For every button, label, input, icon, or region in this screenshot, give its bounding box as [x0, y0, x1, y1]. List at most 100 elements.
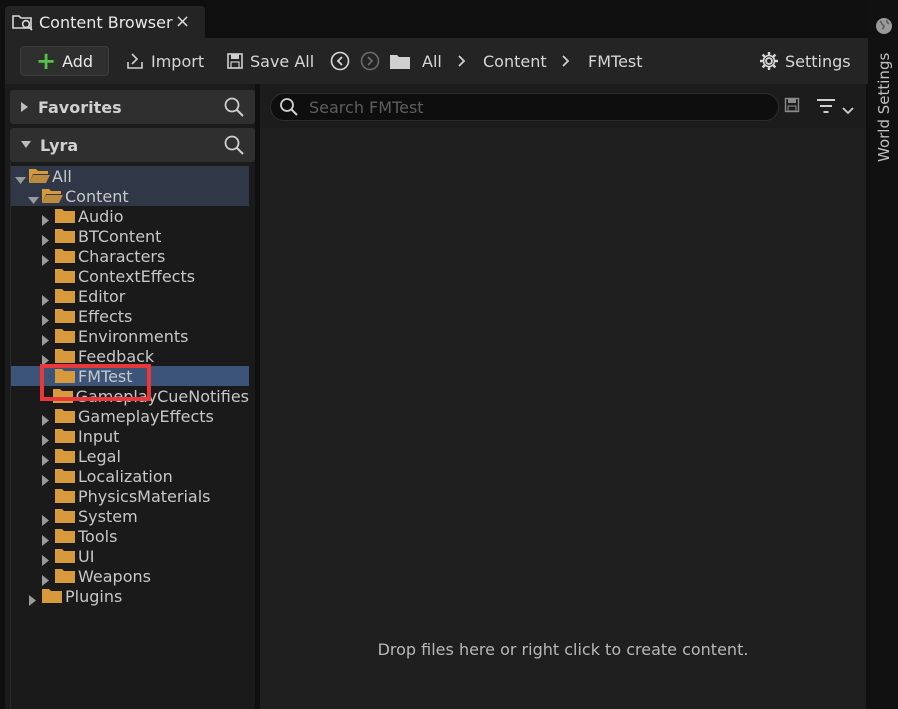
tree-item-label: UI: [78, 546, 95, 566]
lyra-header[interactable]: Lyra: [10, 128, 255, 162]
tree-item-environments[interactable]: Environments: [11, 326, 249, 346]
tree-item-weapons[interactable]: Weapons: [11, 566, 249, 586]
tree-item-label: Editor: [78, 286, 126, 306]
plus-icon: +: [35, 47, 57, 75]
import-label: Import: [151, 51, 205, 71]
tree-item-label: Tools: [78, 526, 118, 546]
search-bar[interactable]: [270, 93, 779, 121]
tree-item-label: Localization: [78, 466, 173, 486]
expand-arrow-icon[interactable]: [41, 511, 51, 526]
tree-item-feedback[interactable]: Feedback: [11, 346, 249, 366]
expand-arrow-icon[interactable]: [41, 571, 51, 586]
tree-item-plugins[interactable]: Plugins: [11, 586, 249, 606]
expand-arrow-icon[interactable]: [41, 251, 51, 266]
tree-item-editor[interactable]: Editor: [11, 286, 249, 306]
tree-item-label: Environments: [78, 326, 189, 346]
folder-icon: [54, 528, 76, 544]
breadcrumb-content[interactable]: Content: [483, 49, 547, 73]
filter-icon[interactable]: [816, 98, 836, 118]
tree-item-physicsmaterials[interactable]: PhysicsMaterials: [11, 486, 249, 506]
save-all-button[interactable]: Save All: [226, 49, 314, 73]
folder-icon: [54, 288, 76, 304]
tree-item-gameplayeffects[interactable]: GameplayEffects: [11, 406, 249, 426]
expand-arrow-icon[interactable]: [41, 451, 51, 466]
tree-item-label: All: [52, 166, 72, 186]
favorites-label: Favorites: [38, 97, 122, 117]
tab-content-browser[interactable]: Content Browser ×: [5, 6, 205, 38]
world-settings-tab[interactable]: World Settings: [874, 52, 894, 162]
expand-arrow-icon[interactable]: [41, 291, 51, 306]
tree-item-input[interactable]: Input: [11, 426, 249, 446]
expand-arrow-icon[interactable]: [41, 411, 51, 426]
folder-icon: [54, 208, 76, 224]
expand-arrow-icon[interactable]: [41, 211, 51, 226]
folder-icon: [54, 308, 76, 324]
tree-item-tools[interactable]: Tools: [11, 526, 249, 546]
folder-tree: All Content Audio BTContent Characters Contex…: [10, 162, 255, 709]
side-panel: World Settings: [868, 0, 898, 709]
chevron-right-icon[interactable]: [457, 49, 473, 73]
save-all-label: Save All: [250, 51, 315, 71]
collapse-arrow-icon[interactable]: [20, 140, 32, 150]
expand-arrow-icon[interactable]: [41, 351, 51, 366]
content-browser-icon: [11, 12, 35, 32]
folder-icon[interactable]: [389, 49, 417, 73]
forward-arrow-icon[interactable]: [359, 49, 387, 73]
tree-item-legal[interactable]: Legal: [11, 446, 249, 466]
tree-item-audio[interactable]: Audio: [11, 206, 249, 226]
folder-icon: [54, 568, 76, 584]
tree-item-ui[interactable]: UI: [11, 546, 249, 566]
collapse-arrow-icon[interactable]: [28, 191, 39, 204]
expand-arrow-icon[interactable]: [41, 531, 51, 546]
import-button[interactable]: Import: [125, 49, 204, 73]
save-all-icon: [227, 53, 243, 69]
expand-arrow-icon[interactable]: [41, 431, 51, 446]
expand-arrow-icon[interactable]: [41, 551, 51, 566]
globe-icon[interactable]: [875, 17, 893, 39]
folder-open-icon: [28, 168, 50, 184]
chevron-right-icon[interactable]: [561, 49, 577, 73]
tree-item-label: PhysicsMaterials: [78, 486, 211, 506]
breadcrumb-all[interactable]: All: [422, 49, 442, 73]
tree-item-contexteffects[interactable]: ContextEffects: [11, 266, 249, 286]
save-search-icon[interactable]: [784, 97, 800, 117]
tree-item-characters[interactable]: Characters: [11, 246, 249, 266]
folder-icon: [54, 488, 76, 504]
expand-arrow-icon[interactable]: [41, 331, 51, 346]
tree-item-all[interactable]: All: [11, 166, 249, 186]
add-button[interactable]: + Add: [20, 46, 109, 76]
tree-item-localization[interactable]: Localization: [11, 466, 249, 486]
folder-icon: [54, 268, 76, 284]
settings-button[interactable]: Settings: [759, 49, 851, 73]
tree-item-content[interactable]: Content: [11, 186, 249, 206]
breadcrumb-fmtest[interactable]: FMTest: [588, 49, 643, 73]
collapse-arrow-icon[interactable]: [15, 171, 26, 184]
back-arrow-icon[interactable]: [329, 49, 357, 73]
expand-arrow-icon[interactable]: [41, 471, 51, 486]
folder-icon: [54, 248, 76, 264]
folder-icon: [54, 548, 76, 564]
add-label: Add: [62, 51, 94, 71]
expand-arrow-icon[interactable]: [20, 101, 30, 113]
tree-item-system[interactable]: System: [11, 506, 249, 526]
tree-item-label: Feedback: [78, 346, 155, 366]
expand-arrow-icon[interactable]: [28, 591, 38, 606]
tree-item-label: Input: [78, 426, 120, 446]
asset-view[interactable]: Drop files here or right click to create…: [260, 84, 866, 709]
highlight-box: [40, 364, 151, 401]
folder-icon: [54, 448, 76, 464]
close-icon[interactable]: ×: [175, 9, 190, 35]
tree-item-btcontent[interactable]: BTContent: [11, 226, 249, 246]
expand-arrow-icon[interactable]: [41, 311, 51, 326]
search-input[interactable]: [307, 96, 747, 118]
settings-label: Settings: [785, 51, 851, 71]
expand-arrow-icon[interactable]: [41, 231, 51, 246]
chevron-down-icon[interactable]: [842, 101, 854, 120]
search-icon[interactable]: [223, 134, 245, 156]
search-icon[interactable]: [223, 96, 245, 118]
tree-item-effects[interactable]: Effects: [11, 306, 249, 326]
favorites-header[interactable]: Favorites: [10, 90, 255, 124]
folder-icon: [54, 228, 76, 244]
tree-item-label: Audio: [78, 206, 124, 226]
